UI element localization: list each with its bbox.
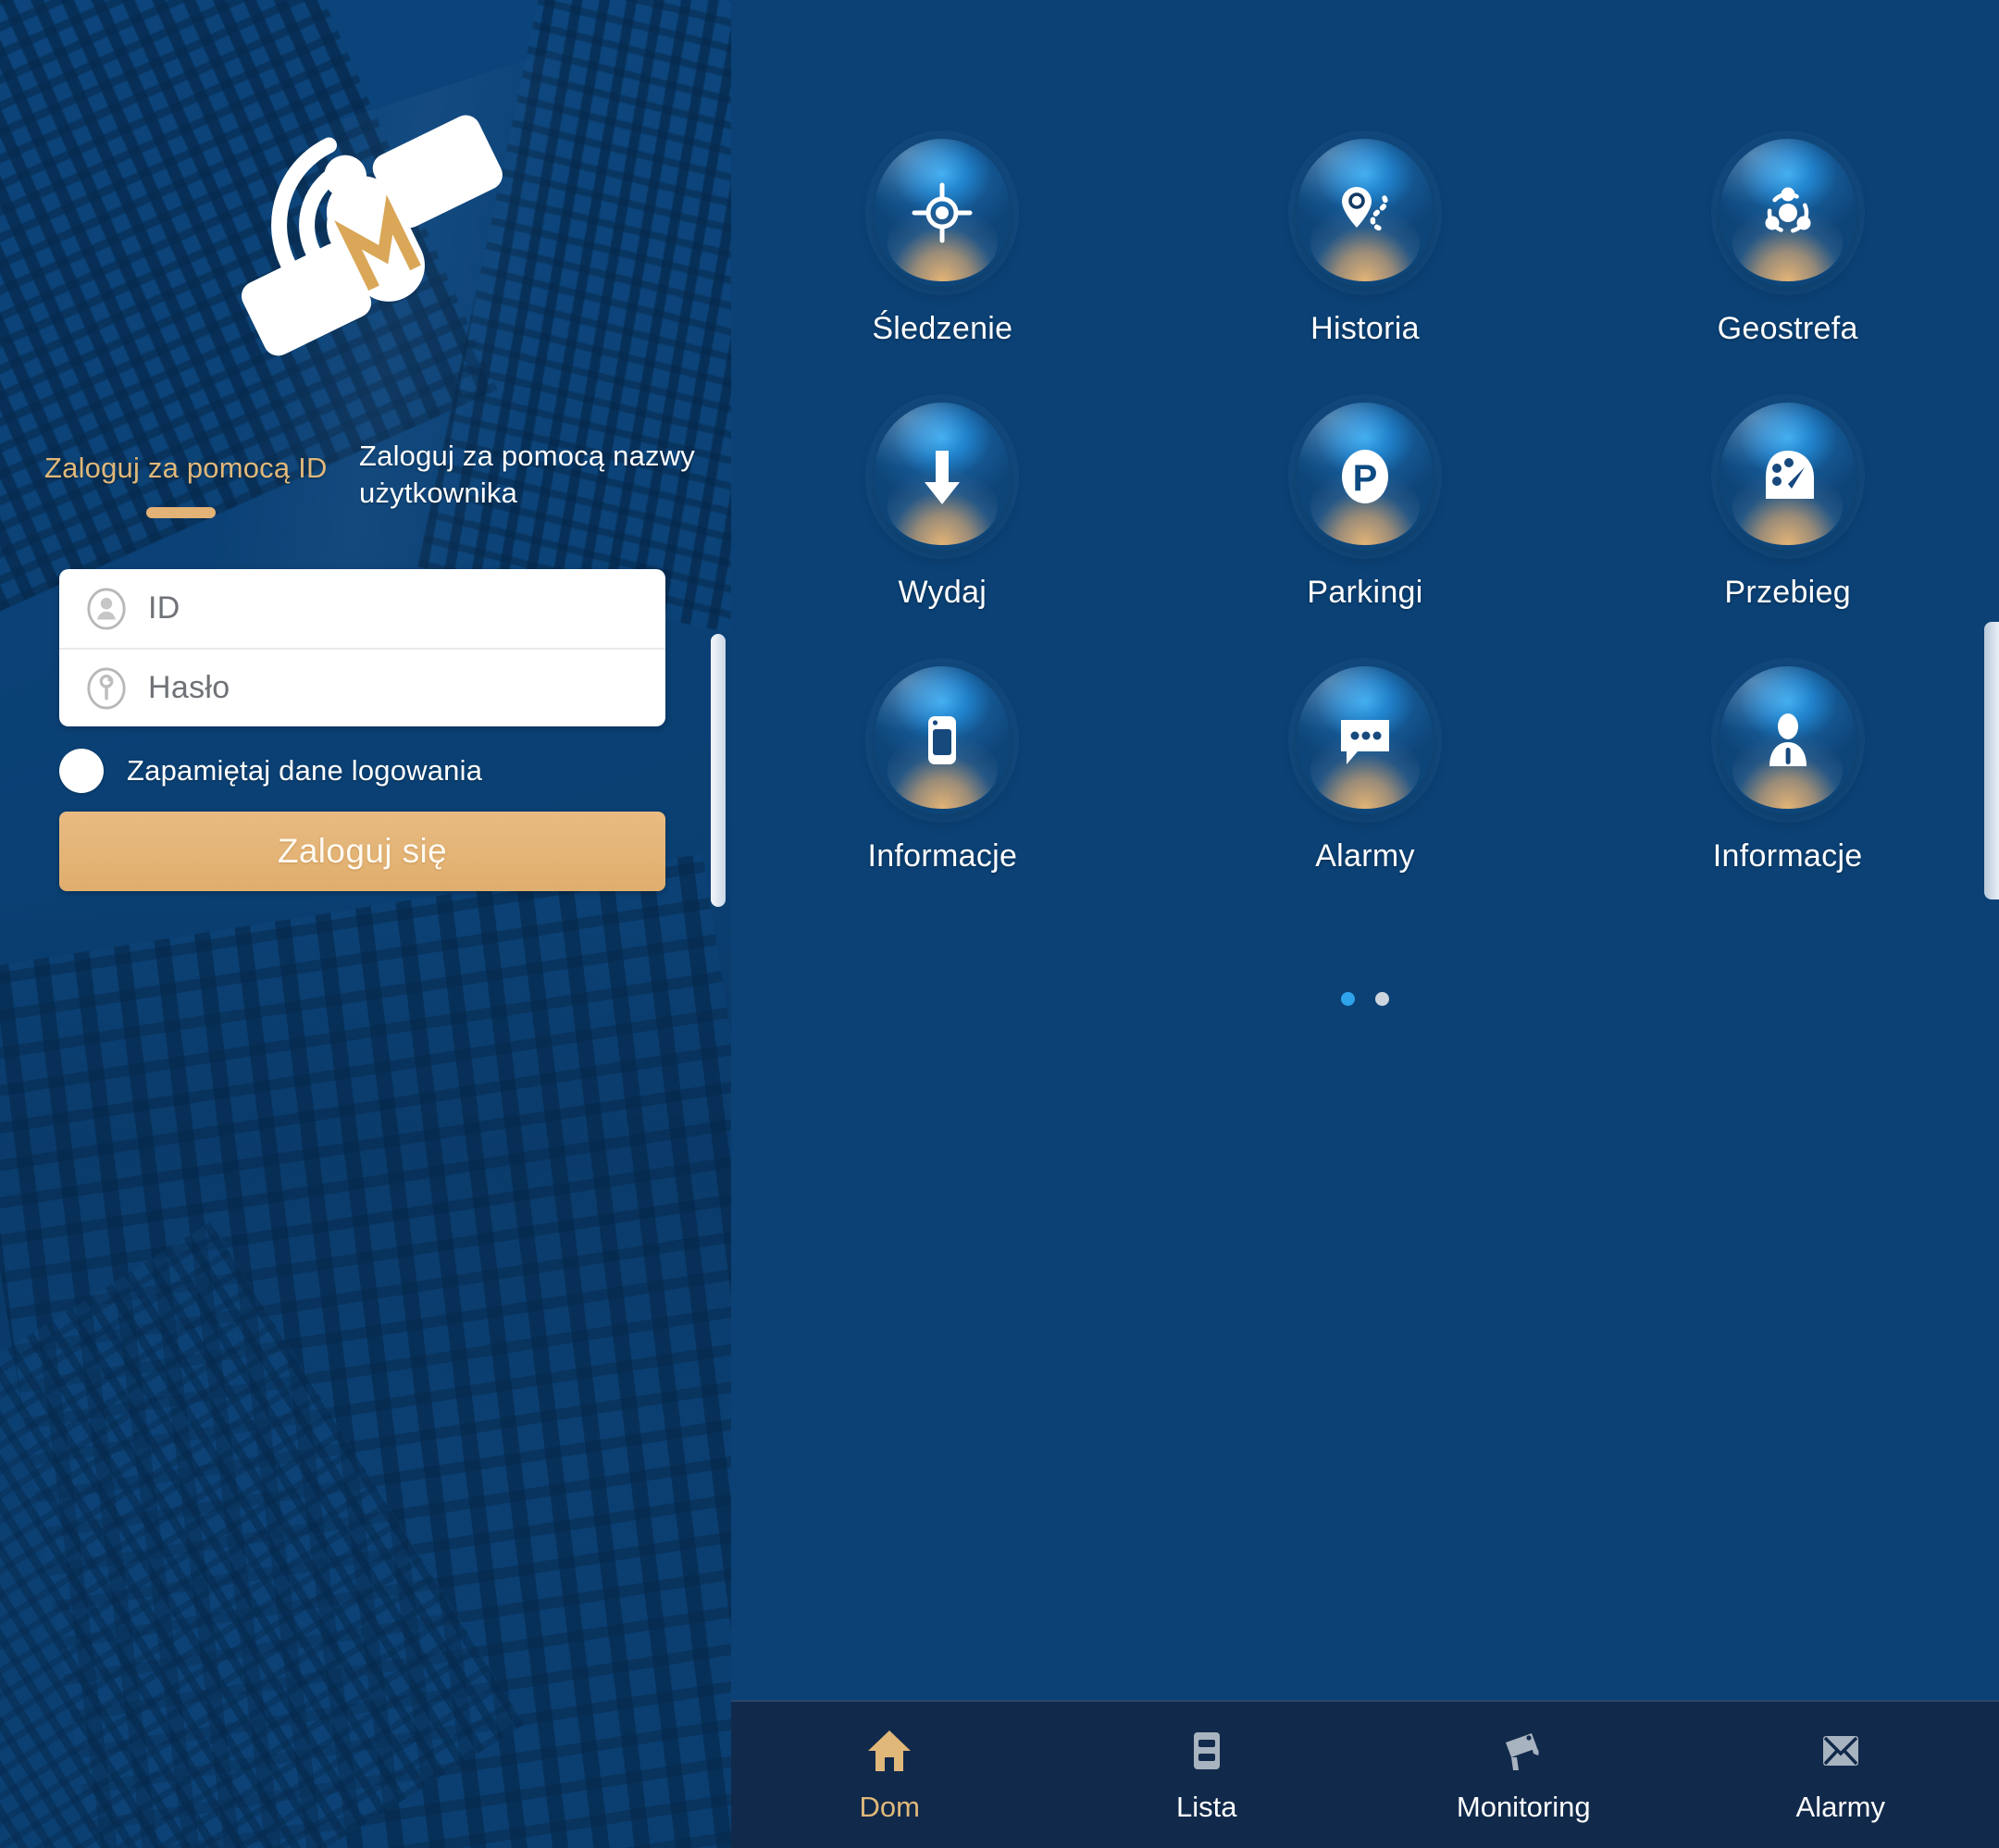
chat-bubble-icon	[1332, 707, 1398, 774]
tile-label: Śledzenie	[872, 311, 1013, 346]
page-indicator	[731, 992, 1999, 1006]
dashboard-scrollbar[interactable]	[1984, 622, 1999, 899]
tile-orb	[874, 403, 1012, 551]
user-circle-icon	[85, 587, 128, 630]
app-screenshot: Zaloguj za pomocą ID Zaloguj za pomocą n…	[0, 0, 1999, 1848]
tile-orb	[1719, 403, 1856, 551]
parking-p-icon: P	[1332, 443, 1398, 510]
nav-item-dom[interactable]: Dom	[731, 1726, 1049, 1824]
tile-wydaj[interactable]: Wydaj	[731, 403, 1154, 611]
page-dot-2[interactable]	[1375, 992, 1389, 1006]
dashboard-screen: Śledzenie Historia Geostrefa Wydaj P Par…	[731, 0, 1999, 1848]
nav-item-lista[interactable]: Lista	[1049, 1726, 1366, 1824]
nav-label: Lista	[1176, 1791, 1237, 1823]
tile-label: Geostrefa	[1717, 311, 1858, 346]
envelope-x-icon	[1816, 1726, 1866, 1776]
key-circle-icon	[85, 666, 128, 710]
password-field-row[interactable]: Hasło	[59, 648, 665, 726]
tile-orb	[1719, 666, 1856, 814]
person-badge-icon	[1755, 707, 1821, 774]
tile-sledzenie[interactable]: Śledzenie	[731, 139, 1154, 347]
tile-label: Informacje	[1712, 838, 1863, 874]
list-icon	[1182, 1726, 1232, 1776]
crosshair-target-icon	[909, 180, 975, 246]
geofence-nodes-icon	[1755, 180, 1821, 246]
password-input-placeholder: Hasło	[148, 670, 230, 705]
camera-icon	[1498, 1726, 1548, 1776]
id-input-placeholder: ID	[148, 590, 180, 626]
tile-przebieg[interactable]: Przebieg	[1576, 403, 1999, 611]
tile-parkingi[interactable]: P Parkingi	[1154, 403, 1577, 611]
tile-informacje-person[interactable]: Informacje	[1576, 666, 1999, 874]
login-input-card: ID Hasło	[59, 569, 665, 726]
tile-label: Historia	[1310, 311, 1420, 346]
tile-geostrefa[interactable]: Geostrefa	[1576, 139, 1999, 347]
download-arrow-icon	[909, 443, 975, 510]
tile-orb: P	[1296, 403, 1434, 551]
home-icon	[864, 1726, 914, 1776]
tab-login-by-id[interactable]: Zaloguj za pomocą ID	[44, 450, 331, 487]
tile-orb	[874, 139, 1012, 287]
device-phone-icon	[909, 707, 975, 774]
svg-text:P: P	[1353, 458, 1378, 499]
remember-credentials-row[interactable]: Zapamiętaj dane logowania	[59, 745, 670, 797]
remember-credentials-checkbox[interactable]	[59, 749, 104, 793]
satellite-icon	[198, 88, 531, 366]
nav-label: Dom	[859, 1791, 920, 1823]
tile-orb	[1296, 139, 1434, 287]
feature-tile-grid: Śledzenie Historia Geostrefa Wydaj P Par…	[731, 139, 1999, 874]
tile-label: Informacje	[867, 838, 1018, 874]
tile-orb	[1296, 666, 1434, 814]
tile-alarmy[interactable]: Alarmy	[1154, 666, 1577, 874]
bottom-navigation-bar: Dom Lista Monitoring Alarmy	[731, 1700, 1999, 1848]
page-dot-1[interactable]	[1341, 992, 1355, 1006]
tile-label: Parkingi	[1307, 575, 1423, 610]
left-pane-scrollbar[interactable]	[711, 634, 726, 907]
tile-label: Alarmy	[1315, 838, 1415, 874]
remember-credentials-label: Zapamiętaj dane logowania	[127, 754, 483, 787]
nav-item-alarmy[interactable]: Alarmy	[1682, 1726, 1999, 1824]
login-submit-button[interactable]: Zaloguj się	[59, 812, 665, 891]
map-pin-route-icon	[1332, 180, 1398, 246]
tile-label: Wydaj	[898, 575, 987, 610]
nav-label: Alarmy	[1795, 1791, 1885, 1823]
tile-orb	[1719, 139, 1856, 287]
id-field-row[interactable]: ID	[59, 569, 665, 648]
tab-active-underline	[146, 507, 216, 518]
speedometer-icon	[1755, 443, 1821, 510]
tab-login-by-username[interactable]: Zaloguj za pomocą nazwy użytkownika	[359, 438, 702, 511]
tile-informacje-device[interactable]: Informacje	[731, 666, 1154, 874]
login-screen: Zaloguj za pomocą ID Zaloguj za pomocą n…	[0, 0, 731, 1848]
nav-item-monitoring[interactable]: Monitoring	[1365, 1726, 1682, 1824]
nav-label: Monitoring	[1456, 1791, 1591, 1823]
tile-label: Przebieg	[1724, 575, 1851, 610]
tile-orb	[874, 666, 1012, 814]
login-method-tabs: Zaloguj za pomocą ID Zaloguj za pomocą n…	[0, 435, 731, 537]
tile-historia[interactable]: Historia	[1154, 139, 1577, 347]
